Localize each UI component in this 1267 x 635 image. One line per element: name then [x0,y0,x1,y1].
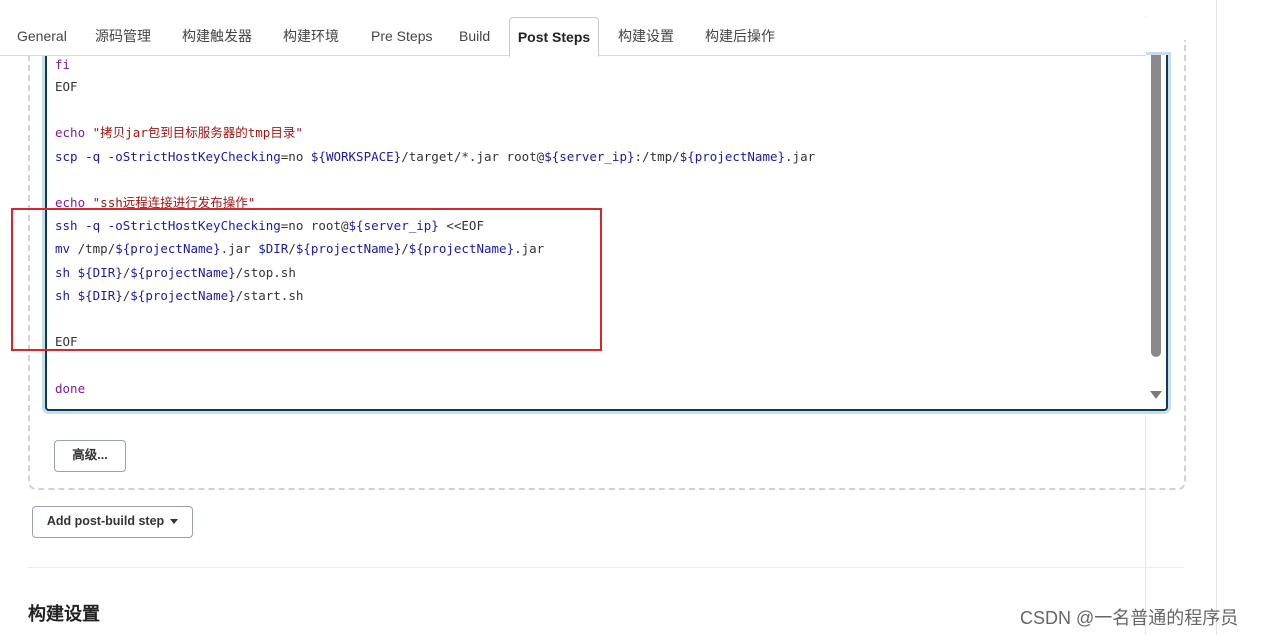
section-title-build-settings: 构建设置 [28,604,100,624]
add-post-build-step-button[interactable]: Add post-build step [32,506,193,538]
code-line: echo "拷贝jar包到目标服务器的tmp目录" [55,125,303,140]
code-line: fi [55,57,71,72]
advanced-button-label: 高级... [72,448,108,462]
tab-build-triggers[interactable]: 构建触发器 [182,17,252,55]
code-line: scp -q -oStrictHostKeyChecking=no ${WORK… [55,149,816,164]
tab-post-steps[interactable]: Post Steps [509,17,599,57]
editor-scrollbar-thumb[interactable] [1151,55,1161,357]
annotation-highlight-box [11,208,602,351]
tab-build[interactable]: Build [459,17,490,55]
dropdown-caret-icon [170,519,179,525]
advanced-button[interactable]: 高级... [54,440,126,472]
tab-pre-steps[interactable]: Pre Steps [371,17,432,55]
code-line: EOF [55,79,78,94]
tab-build-settings[interactable]: 构建设置 [618,17,674,55]
watermark: CSDN @一名普通的程序员 [1020,608,1239,628]
section-divider [28,567,1184,568]
right-panel [1216,0,1267,635]
tab-general[interactable]: General [17,17,67,55]
tab-build-environment[interactable]: 构建环境 [283,17,339,55]
tab-source-control[interactable]: 源码管理 [95,17,151,55]
config-tab-bar: General 源码管理 构建触发器 构建环境 Pre Steps Build … [0,17,1146,57]
code-line: done [55,381,86,396]
add-post-build-step-label: Add post-build step [46,514,165,528]
scroll-down-arrow-icon[interactable] [1150,391,1162,399]
tab-post-build-actions[interactable]: 构建后操作 [705,17,775,55]
